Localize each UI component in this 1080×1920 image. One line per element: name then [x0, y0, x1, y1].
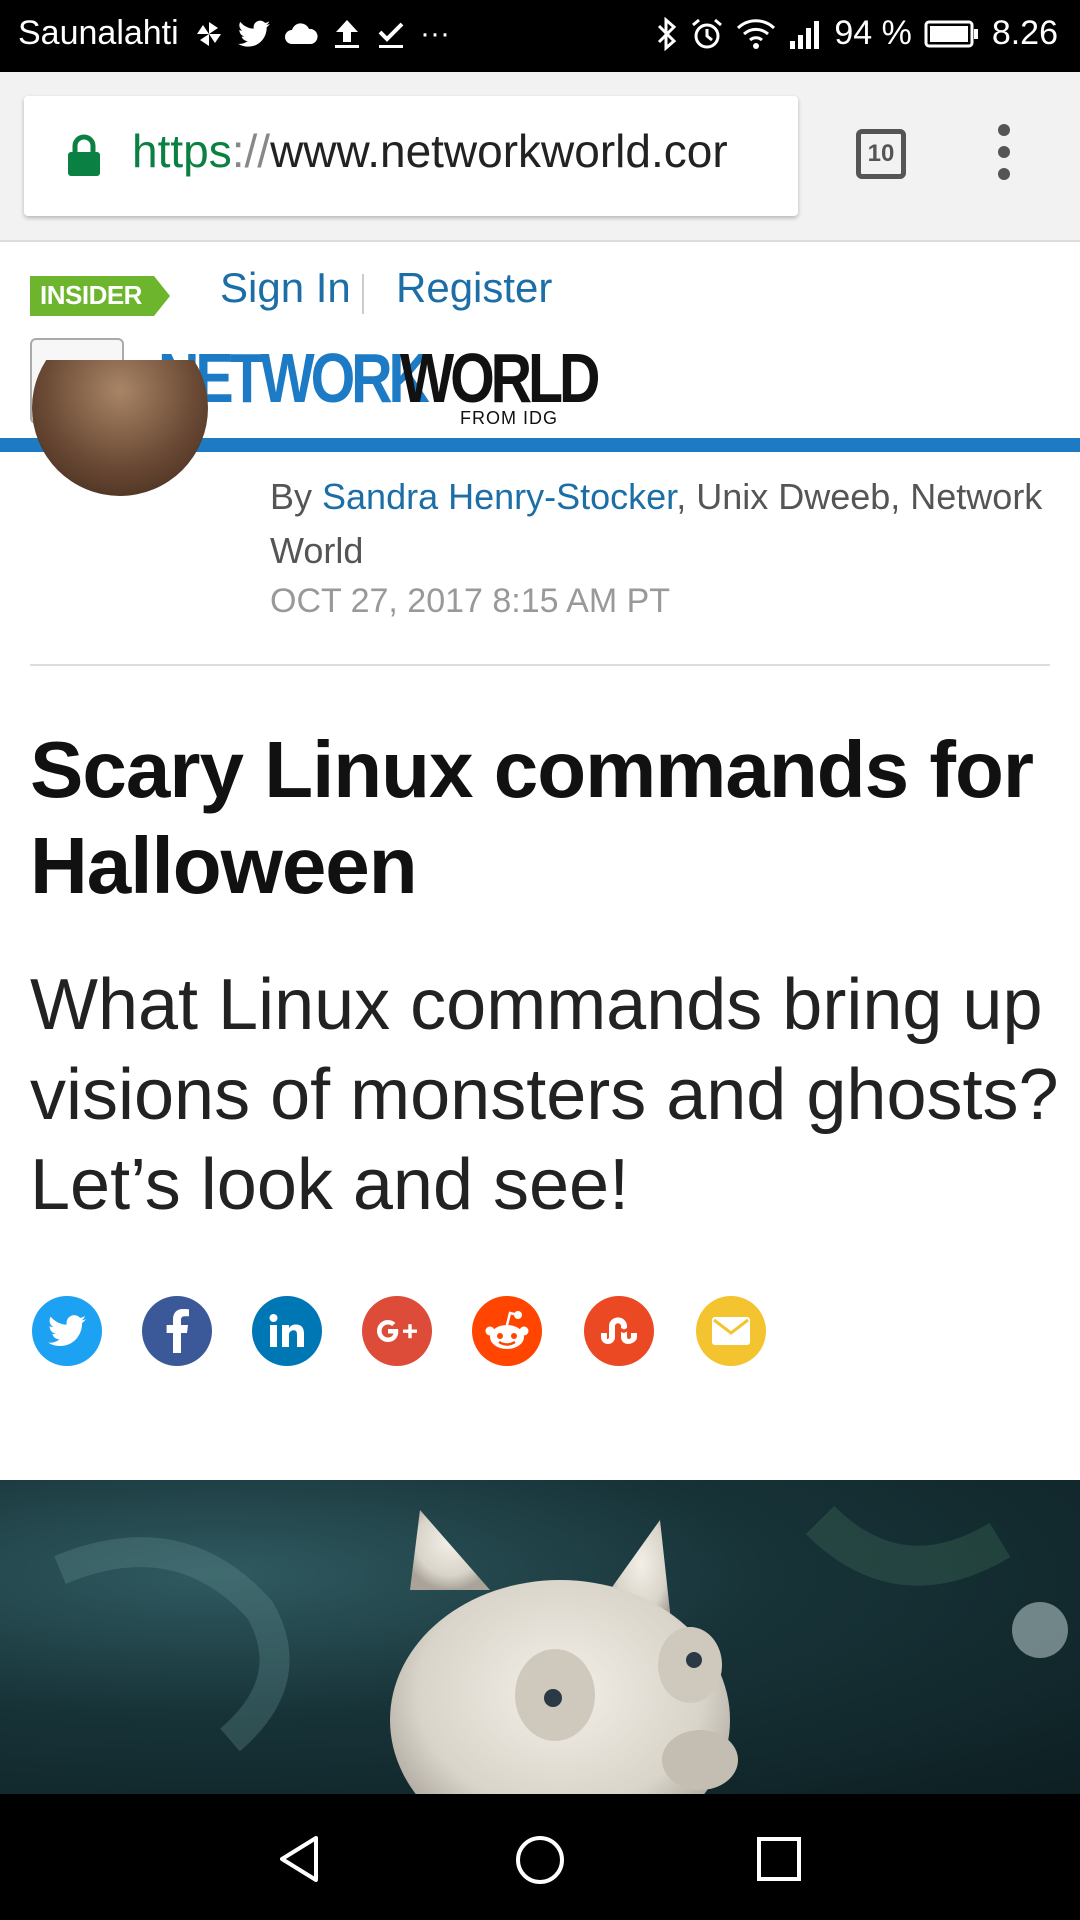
insider-label: INSIDER [40, 280, 142, 310]
article-hero-image [0, 1480, 1080, 1794]
recents-icon[interactable] [756, 1836, 802, 1882]
url-separator: :// [231, 125, 271, 177]
link-divider [362, 274, 364, 314]
facebook-share-button[interactable] [142, 1296, 212, 1366]
logo-from-idg: FROM IDG [460, 408, 558, 428]
url-host: www.networkworld.cor [270, 125, 728, 177]
google-plus-icon [377, 1320, 417, 1342]
divider [30, 664, 1050, 666]
back-icon[interactable] [276, 1834, 322, 1884]
more-notifications-icon: ··· [420, 17, 450, 50]
reddit-icon [485, 1311, 529, 1349]
twitter-icon [238, 20, 270, 47]
sign-in-link[interactable]: Sign In [220, 264, 351, 312]
article-dek: What Linux commands bring up visions of … [30, 965, 1059, 1225]
email-icon [712, 1317, 750, 1345]
system-icons: 94 % 8.26 [656, 14, 1058, 53]
url-text[interactable]: https://www.networkworld.cor [132, 124, 728, 178]
wifi-icon [737, 18, 776, 49]
address-bar[interactable]: https://www.networkworld.cor [24, 96, 798, 216]
register-link[interactable]: Register [396, 264, 552, 312]
bluetooth-icon [658, 16, 677, 51]
download-done-icon [378, 22, 404, 48]
publish-date: OCT 27, 2017 8:15 AM PT [270, 582, 671, 620]
alarm-icon [692, 18, 723, 48]
byline: By Sandra Henry-Stocker, Unix Dweeb, Net… [270, 470, 1050, 578]
stumbleupon-share-button[interactable] [584, 1296, 654, 1366]
browser-toolbar: https://www.networkworld.cor 10 [0, 72, 1080, 242]
linkedin-icon [269, 1314, 304, 1347]
linkedin-share-button[interactable] [252, 1296, 322, 1366]
reddit-share-button[interactable] [472, 1296, 542, 1366]
upload-icon [335, 20, 359, 48]
byline-prefix: By [270, 476, 323, 517]
stumbleupon-icon [601, 1317, 637, 1344]
status-bar: Saunalahti ··· 94 % 8.26 [0, 0, 1080, 72]
lock-icon [68, 134, 100, 176]
twitter-icon [48, 1315, 86, 1347]
battery-icon [924, 20, 978, 47]
author-avatar[interactable] [32, 360, 208, 496]
battery-percent: 94 % [834, 14, 912, 52]
overflow-menu-icon[interactable] [998, 124, 1014, 190]
logo-world: WORLD [400, 339, 600, 417]
system-nav-bar [0, 1794, 1080, 1920]
tab-switcher-button[interactable]: 10 [856, 129, 906, 179]
author-link[interactable]: Sandra Henry-Stocker [322, 476, 676, 517]
url-scheme: https [132, 125, 232, 177]
email-share-button[interactable] [696, 1296, 766, 1366]
clock: 8.26 [991, 14, 1058, 52]
article-title: Scary Linux commands for Halloween [30, 725, 1034, 910]
google-plus-share-button[interactable] [362, 1296, 432, 1366]
carrier-label: Saunalahti [18, 14, 179, 52]
notification-icons: ··· [194, 16, 450, 52]
facebook-icon [166, 1309, 189, 1353]
home-icon[interactable] [514, 1834, 566, 1886]
gargoyle-image [54, 1505, 1068, 1794]
signal-icon [790, 20, 820, 49]
twitter-share-button[interactable] [32, 1296, 102, 1366]
cloud-icon [285, 23, 318, 44]
pinwheel-icon [197, 22, 221, 46]
